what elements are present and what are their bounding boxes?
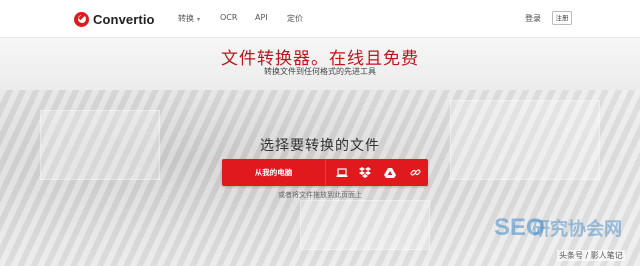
from-computer-button[interactable]: 从我的电脑: [222, 159, 326, 186]
bg-panel: [300, 200, 430, 250]
upload-bar: 从我的电脑: [222, 159, 428, 186]
nav-ocr[interactable]: OCR: [220, 13, 237, 22]
convertio-logo-icon: [74, 11, 89, 27]
page-subtitle: 转换文件到任何格式的先进工具: [264, 67, 376, 76]
watermark-cn: 研究协会网: [532, 219, 622, 240]
brand-logo[interactable]: Convertio: [74, 10, 155, 28]
nav-convert[interactable]: 转换 ▾: [178, 13, 200, 24]
laptop-icon[interactable]: [330, 159, 354, 186]
login-link[interactable]: 登录: [525, 13, 541, 24]
watermark-author: 头条号 / 影人笔记: [557, 250, 625, 261]
top-header: Convertio 转换 ▾ OCR API 定价 登录 注册: [0, 0, 640, 38]
nav-convert-label: 转换: [178, 14, 194, 23]
drop-hint: 或者将文件拖放到此页面上: [278, 191, 362, 199]
link-icon[interactable]: [403, 159, 427, 186]
choose-files-heading: 选择要转换的文件: [260, 138, 380, 154]
chevron-down-icon: ▾: [197, 16, 201, 23]
signup-button[interactable]: 注册: [552, 11, 572, 25]
dropbox-icon[interactable]: [353, 159, 377, 186]
nav-pricing[interactable]: 定价: [287, 13, 303, 24]
google-drive-icon[interactable]: [378, 159, 402, 186]
brand-name: Convertio: [93, 11, 155, 27]
nav-api[interactable]: API: [255, 13, 268, 22]
